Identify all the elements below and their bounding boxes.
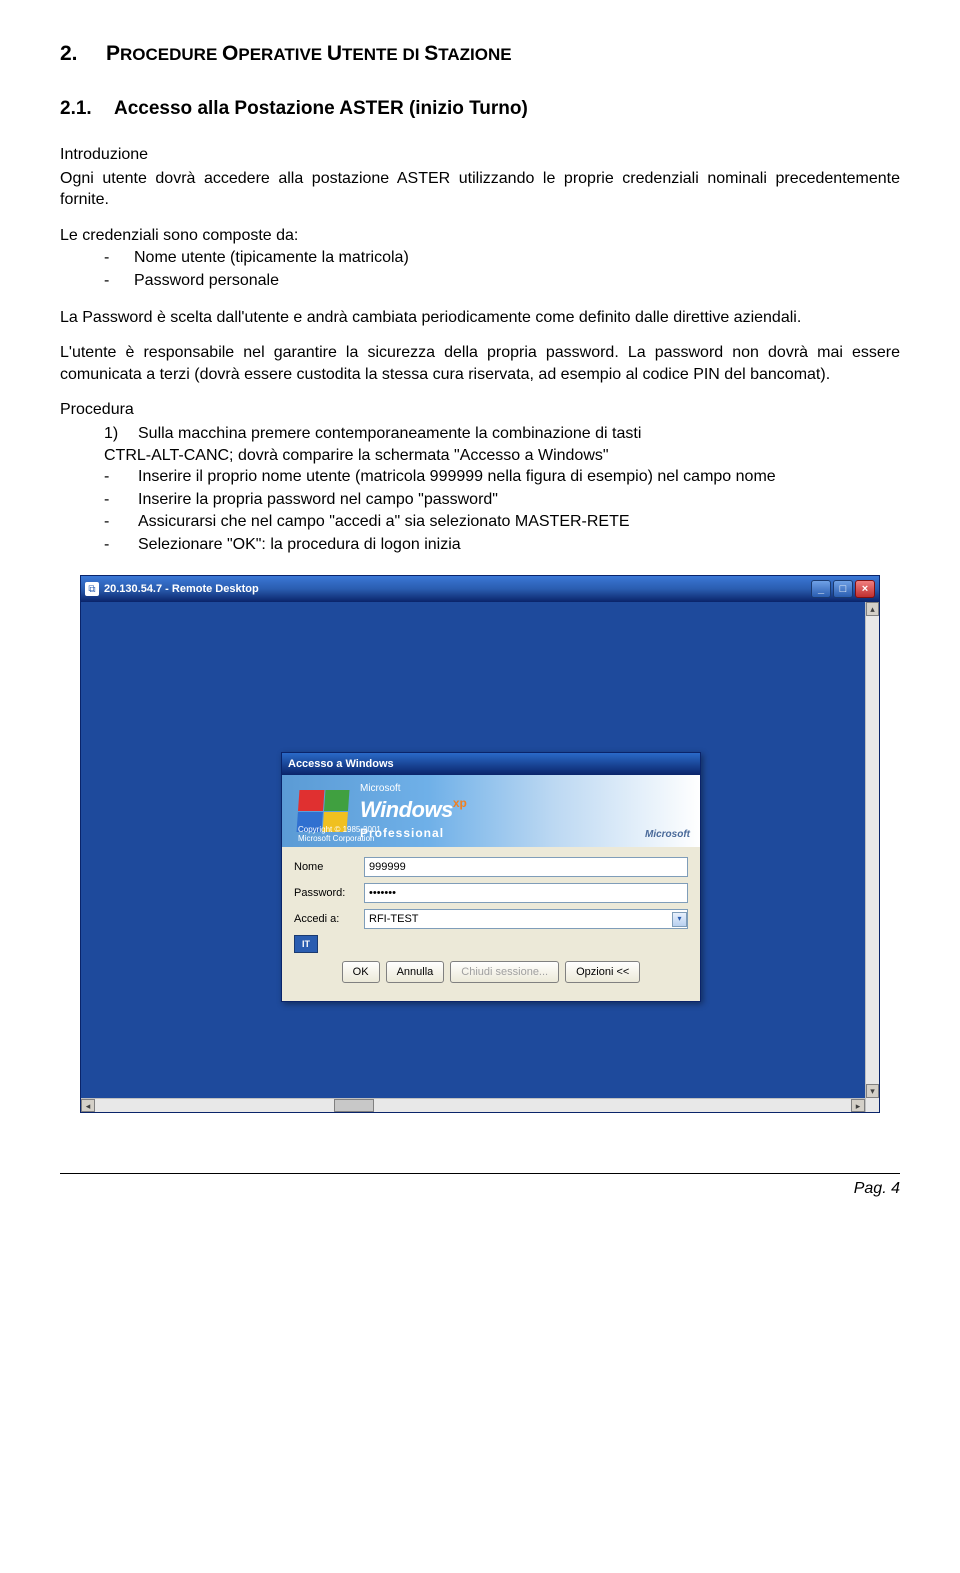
chevron-down-icon[interactable]: ▾ (672, 912, 687, 927)
intro-p2-lead: Le credenziali sono composte da: (60, 225, 900, 247)
copyright-text: Copyright © 1985-2001 Microsoft Corporat… (298, 826, 381, 844)
select-domain[interactable]: RFI-TEST ▾ (364, 909, 688, 929)
heading-1-text: PROCEDURE OPERATIVE UTENTE DI STAZIONE (106, 42, 512, 65)
list-item: -Nome utente (tipicamente la matricola) (104, 247, 900, 269)
heading-2-text: Accesso alla Postazione ASTER (inizio Tu… (114, 98, 528, 119)
heading-2: 2.1.Accesso alla Postazione ASTER (inizi… (60, 96, 900, 122)
heading-1: 2.PROCEDURE OPERATIVE UTENTE DI STAZIONE (60, 40, 900, 68)
ok-button[interactable]: OK (342, 961, 380, 983)
intro-p1: Ogni utente dovrà accedere alla postazio… (60, 168, 900, 211)
close-button[interactable]: × (855, 580, 875, 598)
procedura-bullets: -Inserire il proprio nome utente (matric… (104, 466, 900, 555)
rd-desktop: Accesso a Windows Microsoft Windowsxp Pr… (81, 602, 879, 1112)
remote-desktop-window: ⧉ 20.130.54.7 - Remote Desktop _ □ × Acc… (80, 575, 880, 1113)
list-item: -Selezionare "OK": la procedura di logon… (104, 534, 900, 556)
opzioni-button[interactable]: Opzioni << (565, 961, 640, 983)
rd-icon: ⧉ (85, 582, 99, 596)
scrollbar-thumb[interactable] (334, 1099, 374, 1112)
credentials-list: -Nome utente (tipicamente la matricola) … (104, 247, 900, 291)
chiudi-sessione-button[interactable]: Chiudi sessione... (450, 961, 559, 983)
dialog-banner: Microsoft Windowsxp Professional Copyrig… (282, 775, 700, 847)
language-indicator[interactable]: IT (294, 935, 318, 953)
list-item: -Assicurarsi che nel campo "accedi a" si… (104, 511, 900, 533)
list-item: -Inserire il proprio nome utente (matric… (104, 466, 900, 488)
rd-titlebar: ⧉ 20.130.54.7 - Remote Desktop _ □ × (81, 576, 879, 602)
annulla-button[interactable]: Annulla (386, 961, 445, 983)
microsoft-tag: Microsoft (645, 828, 690, 842)
rd-title: 20.130.54.7 - Remote Desktop (104, 582, 811, 597)
scroll-left-icon[interactable]: ◂ (81, 1099, 95, 1112)
dialog-buttons: OK Annulla Chiudi sessione... Opzioni << (294, 961, 688, 991)
page-footer: Pag. 4 (60, 1173, 900, 1200)
scroll-down-icon[interactable]: ▾ (866, 1084, 879, 1098)
login-form: Nome 999999 Password: ••••••• Accedi a: … (282, 847, 700, 1001)
input-nome[interactable]: 999999 (364, 857, 688, 877)
label-password: Password: (294, 886, 364, 901)
intro-p4: L'utente è responsabile nel garantire la… (60, 342, 900, 385)
procedura-step-1: 1)Sulla macchina premere contemporaneame… (104, 423, 900, 445)
heading-2-number: 2.1. (60, 96, 114, 122)
login-dialog: Accesso a Windows Microsoft Windowsxp Pr… (281, 752, 701, 1002)
embedded-screenshot: ⧉ 20.130.54.7 - Remote Desktop _ □ × Acc… (80, 575, 900, 1113)
intro-p3: La Password è scelta dall'utente e andrà… (60, 307, 900, 329)
label-accedi-a: Accedi a: (294, 912, 364, 927)
dialog-title: Accesso a Windows (282, 753, 700, 775)
vertical-scrollbar[interactable]: ▴ ▾ (865, 602, 879, 1112)
footer-rule (60, 1173, 900, 1174)
list-item: -Password personale (104, 270, 900, 292)
maximize-button[interactable]: □ (833, 580, 853, 598)
scroll-up-icon[interactable]: ▴ (866, 602, 879, 616)
procedura-step-1-cont: CTRL-ALT-CANC; dovrà comparire la scherm… (104, 445, 900, 467)
heading-1-number: 2. (60, 40, 106, 68)
horizontal-scrollbar[interactable]: ◂ ▸ (81, 1098, 865, 1112)
intro-label: Introduzione (60, 144, 900, 166)
list-item: -Inserire la propria password nel campo … (104, 489, 900, 511)
page-number: Pag. 4 (60, 1178, 900, 1200)
input-password[interactable]: ••••••• (364, 883, 688, 903)
scroll-right-icon[interactable]: ▸ (851, 1099, 865, 1112)
minimize-button[interactable]: _ (811, 580, 831, 598)
label-nome: Nome (294, 860, 364, 875)
procedura-label: Procedura (60, 399, 900, 421)
